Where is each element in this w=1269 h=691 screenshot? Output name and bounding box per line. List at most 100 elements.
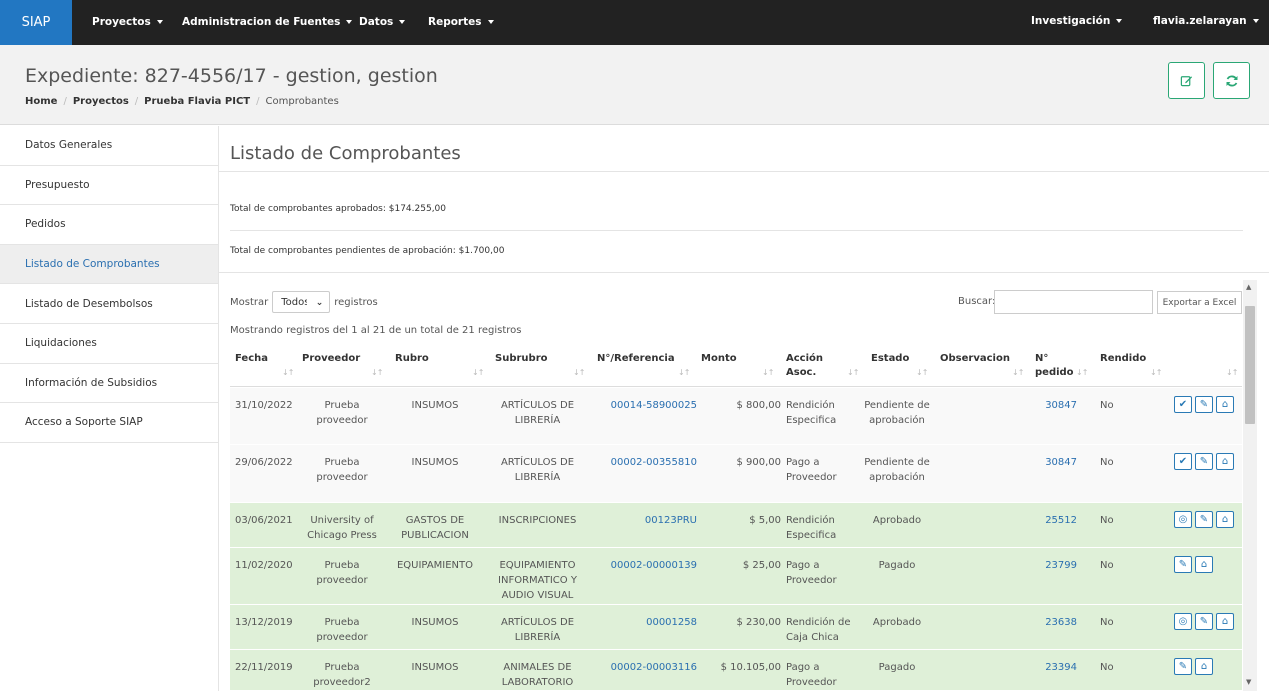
export-excel-button[interactable]: Exportar a Excel [1157, 291, 1242, 314]
cell-pedido[interactable]: 23638 [1035, 615, 1077, 630]
sidebar-item-liquidaciones[interactable]: Liquidaciones [0, 324, 218, 364]
cell-proveedor: University of Chicago Press [307, 515, 377, 541]
nav-menu-reportes[interactable]: Reportes [428, 16, 494, 28]
th-observacion[interactable]: Observacion [940, 352, 1010, 366]
sort-icon[interactable]: ↓↑ [1226, 368, 1238, 377]
scrollbar-thumb[interactable] [1245, 306, 1255, 424]
sidebar-item-desembolsos[interactable]: Listado de Desembolsos [0, 284, 218, 324]
nav-menu-fuentes[interactable]: Administracion de Fuentes [182, 16, 353, 28]
sort-icon[interactable]: ↓↑ [847, 368, 859, 377]
breadcrumb-proyectos[interactable]: Proyectos [73, 96, 129, 107]
cell-pedido[interactable]: 30847 [1035, 455, 1077, 470]
cell-pedido[interactable]: 30847 [1035, 398, 1077, 413]
user-menu[interactable]: flavia.zelarayan [1153, 15, 1259, 27]
sort-icon[interactable]: ↓↑ [573, 368, 585, 377]
bank-icon[interactable]: ⌂ [1216, 396, 1234, 413]
th-rendido[interactable]: Rendido [1100, 352, 1146, 366]
edit-pencil-icon[interactable]: ✎ [1174, 556, 1192, 573]
sidebar-item-subsidios[interactable]: Información de Subsidios [0, 364, 218, 404]
th-monto[interactable]: Monto [701, 352, 737, 366]
sort-icon[interactable]: ↓↑ [762, 368, 774, 377]
edit-pencil-icon[interactable]: ✎ [1195, 453, 1213, 470]
cell-pedido[interactable]: 23394 [1035, 660, 1077, 675]
cell-rendido: No [1100, 662, 1114, 673]
cell-referencia[interactable]: 00002-00003116 [597, 660, 697, 675]
sort-icon[interactable]: ↓↑ [1076, 368, 1088, 377]
sort-icon[interactable]: ↓↑ [1150, 368, 1162, 377]
search-input[interactable] [994, 290, 1153, 314]
cell-referencia[interactable]: 00002-00000139 [597, 558, 697, 573]
table-info: Mostrando registros del 1 al 21 de un to… [230, 325, 522, 336]
th-fecha[interactable]: Fecha [235, 352, 268, 366]
cell-fecha: 03/06/2021 [235, 515, 293, 526]
view-circle-icon[interactable]: ◎ [1174, 613, 1192, 630]
bank-icon[interactable]: ⌂ [1195, 556, 1213, 573]
th-accion[interactable]: Acción Asoc. [786, 352, 836, 380]
cell-monto: $ 10.105,00 [720, 662, 781, 673]
approve-check-icon[interactable]: ✔ [1174, 396, 1192, 413]
breadcrumb: Home / Proyectos / Prueba Flavia PICT / Compro… [25, 96, 339, 107]
cell-accion: Pago a Proveedor [786, 662, 837, 688]
view-circle-icon[interactable]: ◎ [1174, 511, 1192, 528]
th-referencia[interactable]: N°/Referencia [597, 352, 675, 366]
th-rubro[interactable]: Rubro [395, 352, 429, 366]
th-pedido[interactable]: N° pedido [1035, 352, 1074, 380]
refresh-icon [1226, 75, 1237, 86]
cell-referencia[interactable]: 00123PRU [597, 513, 697, 528]
nav-menu-datos[interactable]: Datos [359, 16, 406, 28]
refresh-button[interactable] [1213, 62, 1250, 99]
page-length-select[interactable]: Todos ⌄ [272, 291, 331, 313]
bank-icon[interactable]: ⌂ [1195, 658, 1213, 675]
cell-referencia[interactable]: 00014-58900025 [597, 398, 697, 413]
th-subrubro[interactable]: Subrubro [495, 352, 548, 366]
top-navbar: SIAP Proyectos Administracion de Fuentes… [0, 0, 1269, 45]
breadcrumb-proyecto[interactable]: Prueba Flavia PICT [144, 96, 250, 107]
cell-monto: $ 230,00 [736, 617, 781, 628]
th-estado[interactable]: Estado [871, 352, 909, 366]
cell-referencia[interactable]: 00001258 [597, 615, 697, 630]
th-proveedor[interactable]: Proveedor [302, 352, 360, 366]
cell-subrubro: ARTÍCULOS DE LIBRERÍA [500, 400, 575, 426]
page-header: Expediente: 827-4556/17 - gestion, gesti… [0, 45, 1269, 125]
sidebar-divider [218, 126, 219, 691]
divider [218, 272, 1269, 273]
nav-menu-proyectos[interactable]: Proyectos [92, 16, 163, 28]
breadcrumb-home[interactable]: Home [25, 96, 57, 107]
cell-pedido[interactable]: 23799 [1035, 558, 1077, 573]
sidebar-item-pedidos[interactable]: Pedidos [0, 205, 218, 245]
cell-rubro: INSUMOS [411, 662, 459, 673]
sidebar-item-comprobantes[interactable]: Listado de Comprobantes [0, 244, 218, 285]
sort-icon[interactable]: ↓↑ [472, 368, 484, 377]
sidebar-item-soporte[interactable]: Acceso a Soporte SIAP [0, 403, 218, 443]
table-header: Fecha ↓↑ Proveedor ↓↑ Rubro ↓↑ Subrubro … [230, 348, 1242, 387]
edit-pencil-icon[interactable]: ✎ [1195, 511, 1213, 528]
row-actions: ◎ ✎ ⌂ [1174, 511, 1234, 528]
sort-icon[interactable]: ↓↑ [371, 368, 383, 377]
bank-icon[interactable]: ⌂ [1216, 613, 1234, 630]
approve-check-icon[interactable]: ✔ [1174, 453, 1192, 470]
brand-logo[interactable]: SIAP [0, 0, 72, 45]
caret-down-icon [399, 20, 406, 24]
sidebar-item-presupuesto[interactable]: Presupuesto [0, 166, 218, 206]
sort-icon[interactable]: ↓↑ [678, 368, 690, 377]
cell-pedido[interactable]: 25512 [1035, 513, 1077, 528]
sidebar-item-datos-generales[interactable]: Datos Generales [0, 126, 218, 166]
scroll-down-icon[interactable]: ▼ [1246, 678, 1251, 686]
bank-icon[interactable]: ⌂ [1216, 511, 1234, 528]
edit-pencil-icon[interactable]: ✎ [1174, 658, 1192, 675]
table-row: 13/12/2019 Prueba proveedor INSUMOS ARTÍCUL… [230, 605, 1242, 650]
sort-icon[interactable]: ↓↑ [1012, 368, 1024, 377]
sort-icon[interactable]: ↓↑ [282, 368, 294, 377]
scroll-up-icon[interactable]: ▲ [1246, 283, 1251, 291]
page-title: Expediente: 827-4556/17 - gestion, gesti… [25, 65, 438, 87]
sort-icon[interactable]: ↓↑ [916, 368, 928, 377]
edit-button[interactable] [1168, 62, 1205, 99]
edit-pencil-icon[interactable]: ✎ [1195, 396, 1213, 413]
cell-accion: Rendición Especifica [786, 515, 837, 541]
edit-pencil-icon[interactable]: ✎ [1195, 613, 1213, 630]
nav-menu-investigacion[interactable]: Investigación [1031, 15, 1123, 27]
cell-referencia[interactable]: 00002-00355810 [597, 455, 697, 470]
divider [218, 171, 1269, 172]
bank-icon[interactable]: ⌂ [1216, 453, 1234, 470]
divider [230, 230, 1243, 231]
